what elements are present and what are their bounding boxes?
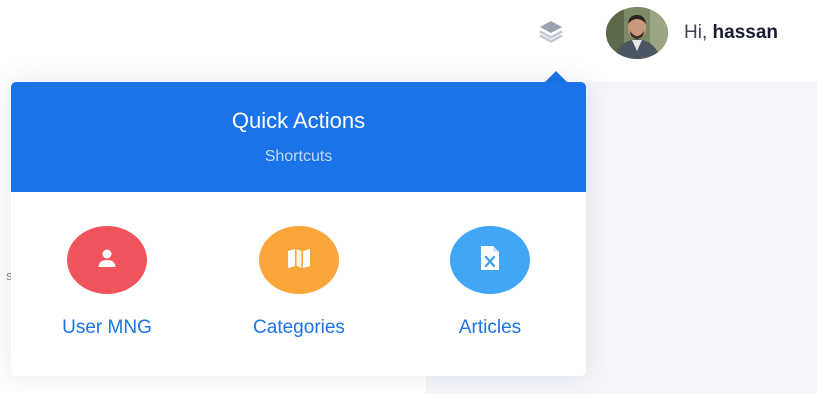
categories-action[interactable]: Categories [209, 226, 389, 346]
categories-circle [259, 226, 339, 294]
dropdown-header: Quick Actions Shortcuts [11, 82, 586, 192]
user-mng-circle [67, 226, 147, 294]
greeting-prefix: Hi, [684, 22, 708, 43]
layers-icon [538, 19, 564, 48]
articles-circle [450, 226, 530, 294]
username: hassan [712, 22, 778, 43]
quick-actions-toggle-button[interactable] [534, 19, 568, 47]
user-icon [95, 246, 119, 275]
map-icon [286, 246, 312, 275]
excel-file-icon [479, 245, 501, 276]
articles-action[interactable]: Articles [400, 226, 580, 346]
quick-actions-dropdown: Quick Actions Shortcuts User MNG Categor… [11, 82, 586, 376]
user-greeting[interactable]: Hi, hassan [684, 22, 778, 44]
dropdown-title: Quick Actions [231, 108, 366, 133]
user-avatar[interactable] [606, 7, 668, 59]
categories-label: Categories [253, 317, 345, 338]
user-mng-action[interactable]: User MNG [17, 226, 197, 346]
user-mng-label: User MNG [62, 317, 152, 338]
articles-label: Articles [458, 317, 522, 338]
dropdown-subtitle: Shortcuts [264, 148, 333, 165]
